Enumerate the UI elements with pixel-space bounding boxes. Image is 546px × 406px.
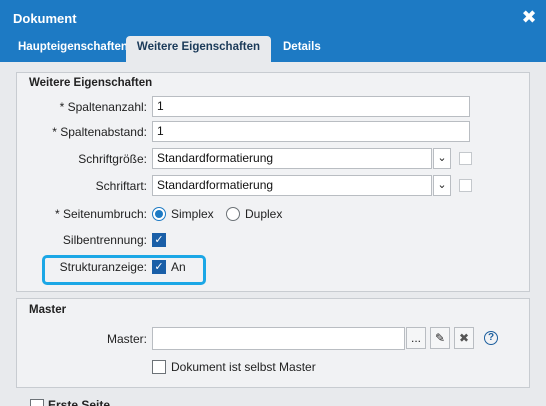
close-icon[interactable]: ✖ [520,8,538,26]
strukturanzeige-label: Strukturanzeige: [59,260,147,274]
seitenumbruch-label: * Seitenumbruch: [54,207,147,221]
silbentrennung-label: Silbentrennung: [62,233,147,247]
schriftgroesse-checkbox[interactable] [459,152,472,165]
weitere-eigenschaften-legend: Weitere Eigenschaften [29,77,153,89]
tab-weitere-eigenschaften[interactable]: Weitere Eigenschaften [126,36,271,62]
master-label: Master: [106,332,147,346]
schriftart-select[interactable]: Standardformatierung [152,175,432,196]
help-icon[interactable]: ? [484,331,498,345]
tab-haupteigenschaften[interactable]: Haupteigenschaften [18,36,128,62]
silbentrennung-checkbox[interactable]: ✓ [152,233,166,247]
selbst-master-checkbox[interactable] [152,360,166,374]
tab-content: Weitere Eigenschaften * Spaltenanzahl: 1… [0,62,546,406]
simplex-label: Simplex [171,207,214,221]
spaltenanzahl-input[interactable]: 1 [152,96,470,117]
master-legend: Master [29,304,67,316]
delete-icon[interactable]: ✖ [454,327,474,349]
dialog-title: Dokument [13,11,77,26]
strukturanzeige-value: An [171,260,186,274]
strukturanzeige-checkbox[interactable]: ✓ [152,260,166,274]
chevron-down-icon[interactable]: ⌄ [433,175,451,196]
schriftart-checkbox[interactable] [459,179,472,192]
dialog-titlebar: Dokument ✖ Haupteigenschaften Weitere Ei… [0,0,546,62]
simplex-radio[interactable] [152,207,166,221]
spaltenanzahl-label: * Spaltenanzahl: [59,100,147,114]
spaltenabstand-input[interactable]: 1 [152,121,470,142]
erste-seite-label: Erste Seite [48,398,111,406]
chevron-down-icon[interactable]: ⌄ [433,148,451,169]
schriftart-label: Schriftart: [95,179,147,193]
schriftgroesse-label: Schriftgröße: [78,152,147,166]
schriftgroesse-select[interactable]: Standardformatierung [152,148,432,169]
duplex-label: Duplex [245,207,283,221]
dokument-dialog: Dokument ✖ Haupteigenschaften Weitere Ei… [0,0,546,406]
duplex-radio[interactable] [226,207,240,221]
erste-seite-checkbox[interactable] [30,399,44,406]
tab-details[interactable]: Details [283,36,321,62]
pencil-icon[interactable]: ✎ [430,327,450,349]
selbst-master-label: Dokument ist selbst Master [171,360,316,374]
browse-button[interactable]: ... [406,327,426,349]
spaltenabstand-label: * Spaltenabstand: [52,125,147,139]
master-input[interactable] [152,327,405,350]
